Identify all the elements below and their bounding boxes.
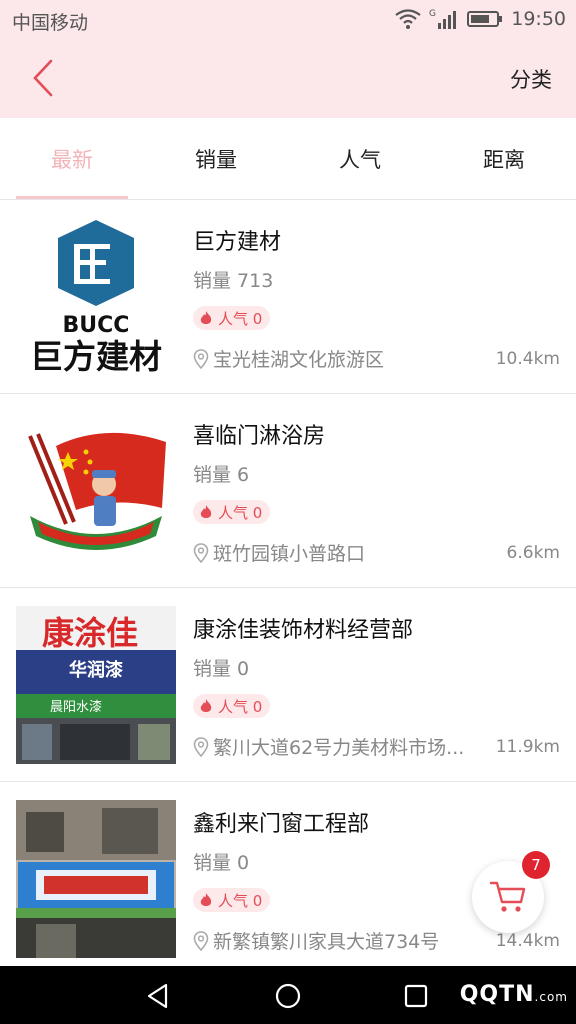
back-button[interactable] <box>26 56 60 100</box>
cart-icon <box>489 881 526 912</box>
watermark-suffix: .com <box>534 990 568 1004</box>
battery-icon <box>467 11 503 27</box>
popularity-text: 人气 0 <box>218 891 263 910</box>
status-bar: 中国移动 G 19:50 <box>0 0 576 38</box>
store-distance: 11.9km <box>495 737 560 757</box>
address-text: 繁川大道62号力美材料市场... <box>213 737 465 759</box>
popularity-text: 人气 0 <box>218 309 263 328</box>
address-text: 新繁镇繁川家具大道734号 <box>213 931 440 953</box>
location-pin-icon <box>193 348 209 369</box>
photo-top-sign: 康涂佳 <box>42 614 138 652</box>
location-pin-icon <box>193 542 209 563</box>
store-name: 巨方建材 <box>193 230 282 255</box>
fire-icon <box>200 699 212 712</box>
store-photo <box>16 800 176 958</box>
logo-brand-cn: 巨方建材 <box>30 337 162 376</box>
store-distance: 14.4km <box>495 931 560 951</box>
store-distance: 10.4km <box>495 349 560 369</box>
triangle-back-icon <box>147 983 168 1009</box>
store-sales: 销量 0 <box>193 658 250 680</box>
store-distance: 6.6km <box>506 543 560 563</box>
popularity-badge: 人气 0 <box>193 306 271 330</box>
nav-home-button[interactable] <box>270 978 306 1014</box>
square-recent-icon <box>404 984 428 1008</box>
store-item[interactable]: 喜临门淋浴房 销量 6 人气 0 斑竹园镇小普路口 6.6km <box>0 394 576 588</box>
photo-low-sign: 晨阳水漆 <box>50 699 102 715</box>
circle-home-icon <box>275 983 301 1009</box>
watermark-text: QQTN <box>459 982 535 1007</box>
nav-recent-button[interactable] <box>398 978 434 1014</box>
cart-count-badge: 7 <box>522 851 550 879</box>
tab-latest[interactable]: 最新 <box>0 118 144 199</box>
store-item[interactable]: BUCC 巨方建材 巨方建材 销量 713 人气 0 宝光桂湖文化旅游区 10.… <box>0 200 576 394</box>
clock: 19:50 <box>511 8 566 30</box>
status-icons: G 19:50 <box>395 6 566 32</box>
nav-back-button[interactable] <box>140 978 176 1014</box>
sort-tabs: 最新 销量 人气 距离 <box>0 118 576 200</box>
top-bar: 中国移动 G 19:50 分类 <box>0 0 576 118</box>
watermark-logo: QQTN.com <box>460 982 568 1007</box>
location-pin-icon <box>193 736 209 757</box>
network-type: G <box>429 9 436 19</box>
tab-distance[interactable]: 距离 <box>432 118 576 199</box>
wifi-icon <box>395 9 421 29</box>
tab-sales[interactable]: 销量 <box>144 118 288 199</box>
popularity-text: 人气 0 <box>218 697 263 716</box>
popularity-badge: 人气 0 <box>193 694 271 718</box>
store-address: 宝光桂湖文化旅游区 <box>193 345 384 372</box>
store-photo: 康涂佳 华润漆 晨阳水漆 <box>16 606 176 764</box>
store-logo: BUCC 巨方建材 <box>16 218 176 376</box>
popularity-badge: 人气 0 <box>193 888 271 912</box>
fire-icon <box>200 893 212 906</box>
store-address: 繁川大道62号力美材料市场... <box>193 733 464 760</box>
carrier-name: 中国移动 <box>12 12 89 34</box>
address-text: 宝光桂湖文化旅游区 <box>213 349 385 371</box>
popularity-text: 人气 0 <box>218 503 263 522</box>
store-sales: 销量 6 <box>193 464 250 486</box>
fire-icon <box>200 505 212 518</box>
signal-icon: G <box>429 9 457 29</box>
store-sales: 销量 713 <box>193 270 274 292</box>
store-address: 新繁镇繁川家具大道734号 <box>193 927 439 954</box>
store-list: BUCC 巨方建材 巨方建材 销量 713 人气 0 宝光桂湖文化旅游区 10.… <box>0 200 576 976</box>
photo-mid-sign: 华润漆 <box>69 659 123 681</box>
store-logo <box>16 412 176 570</box>
location-pin-icon <box>193 930 209 951</box>
store-name: 鑫利来门窗工程部 <box>193 812 370 837</box>
address-text: 斑竹园镇小普路口 <box>213 543 366 565</box>
system-nav-bar: QQTN.com <box>0 966 576 1024</box>
logo-brand-en: BUCC <box>63 313 130 338</box>
store-item[interactable]: 康涂佳 华润漆 晨阳水漆 康涂佳装饰材料经营部 销量 0 人气 0 繁川大道62… <box>0 588 576 782</box>
popularity-badge: 人气 0 <box>193 500 271 524</box>
category-button[interactable]: 分类 <box>510 64 552 94</box>
store-name: 康涂佳装饰材料经营部 <box>193 618 414 643</box>
fire-icon <box>200 311 212 324</box>
store-address: 斑竹园镇小普路口 <box>193 539 365 566</box>
chevron-left-icon <box>33 59 53 97</box>
store-name: 喜临门淋浴房 <box>193 424 326 449</box>
tab-popularity[interactable]: 人气 <box>288 118 432 199</box>
store-sales: 销量 0 <box>193 852 250 874</box>
